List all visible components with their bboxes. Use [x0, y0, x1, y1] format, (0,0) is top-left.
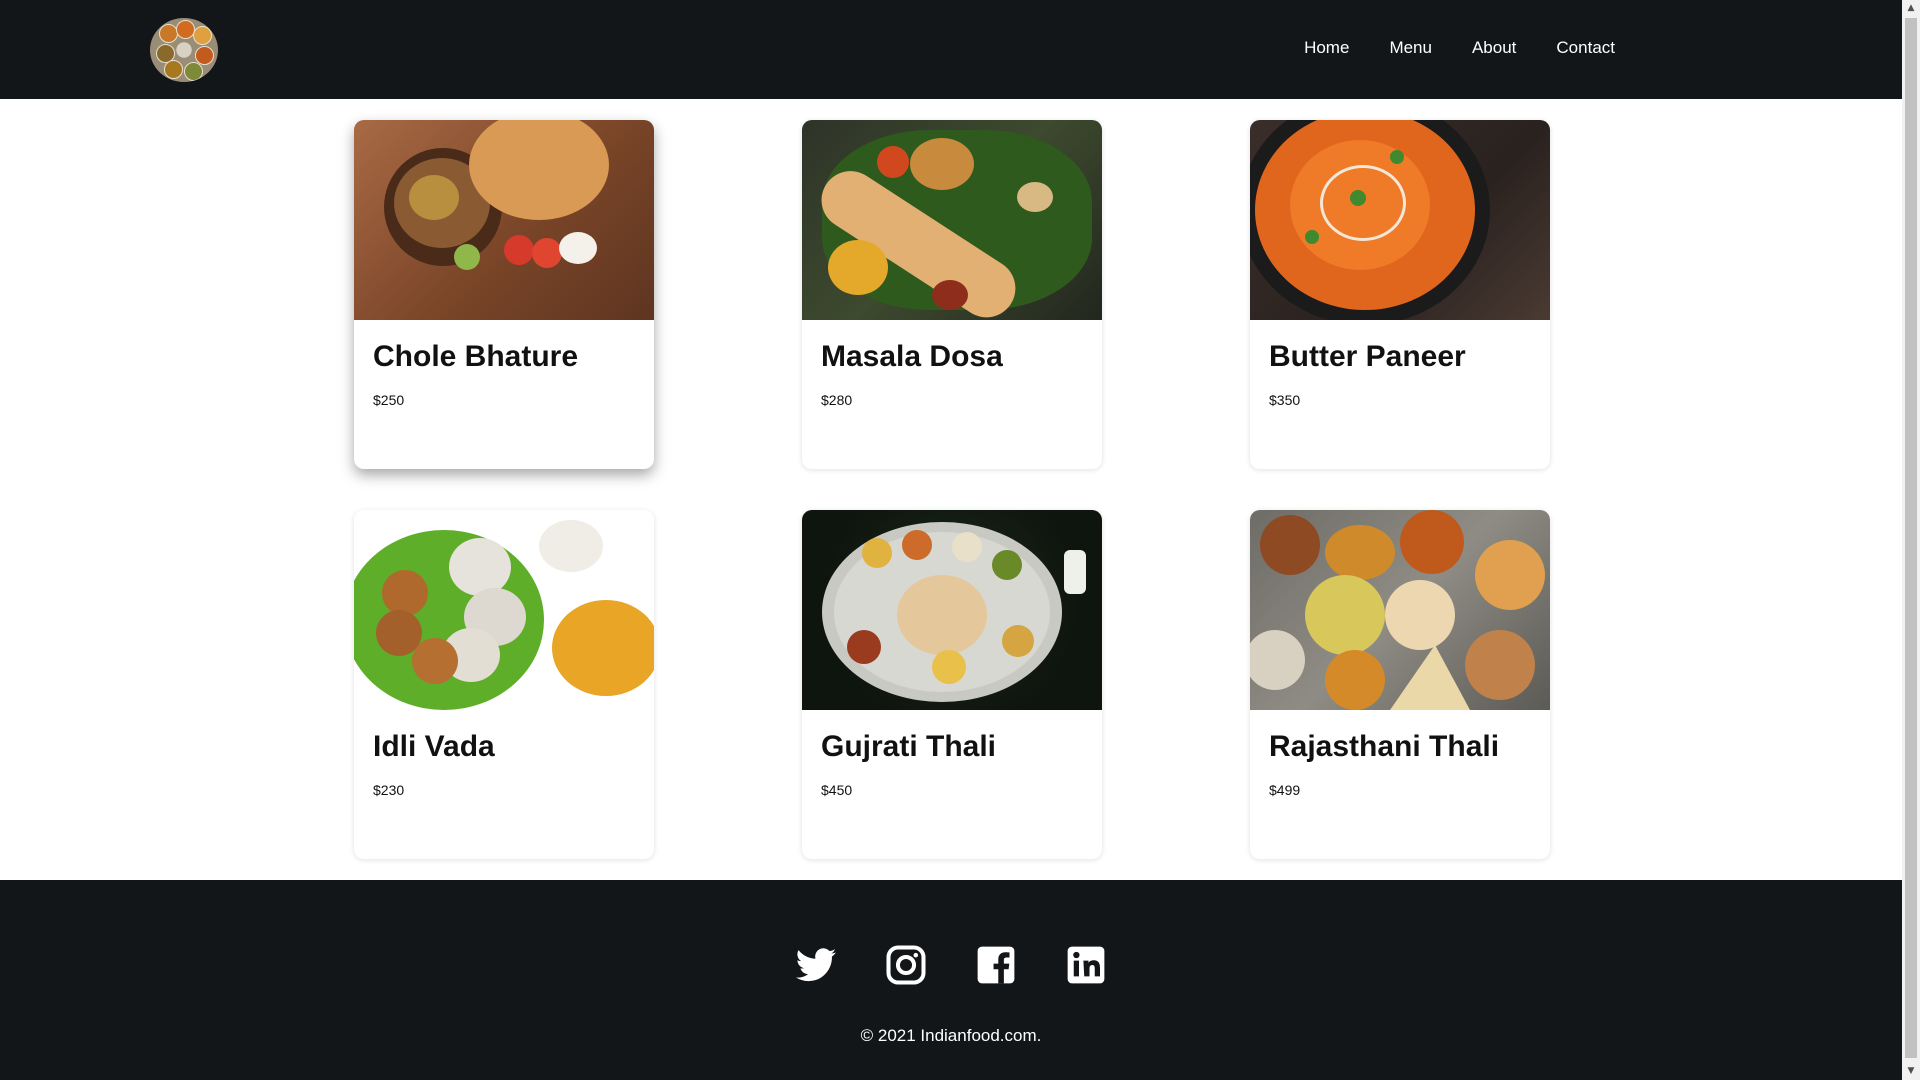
dish-price: $250 [373, 392, 405, 408]
scroll-up-arrow-icon[interactable]: ▲ [1902, 0, 1920, 17]
navbar: Home Menu About Contact [0, 0, 1902, 99]
dish-price: $350 [1269, 392, 1301, 408]
menu-card-idli-vada[interactable]: Idli Vada $230 [354, 510, 654, 859]
dish-name: Gujrati Thali [821, 730, 997, 763]
instagram-icon[interactable] [885, 944, 927, 986]
footer: © 2021 Indianfood.com. [0, 880, 1902, 1080]
menu-grid: Chole Bhature $250 Masala Dosa $280 Butt… [0, 99, 1902, 880]
dish-image-idli-vada [354, 510, 654, 710]
copyright-text: © 2021 Indianfood.com. [860, 1026, 1042, 1045]
dish-image-rajasthani-thali [1250, 510, 1550, 710]
dish-name: Rajasthani Thali [1269, 730, 1500, 763]
dish-image-masala-dosa [802, 120, 1102, 320]
menu-card-butter-paneer[interactable]: Butter Paneer $350 [1250, 120, 1550, 469]
dish-price: $450 [821, 782, 853, 798]
dish-name: Masala Dosa [821, 340, 1003, 373]
menu-card-chole-bhature[interactable]: Chole Bhature $250 [354, 120, 654, 469]
dish-image-chole-bhature [354, 120, 654, 320]
dish-name: Chole Bhature [373, 340, 579, 373]
dish-name: Idli Vada [373, 730, 495, 763]
social-links [795, 944, 1107, 986]
nav-link-about[interactable]: About [1472, 38, 1516, 58]
main-nav: Home Menu About Contact [1264, 38, 1615, 58]
dish-price: $230 [373, 782, 405, 798]
dish-image-butter-paneer [1250, 120, 1550, 320]
page: Home Menu About Contact Chole Bhature $2… [0, 0, 1902, 1080]
dish-price: $280 [821, 392, 853, 408]
nav-link-contact[interactable]: Contact [1556, 38, 1615, 58]
menu-card-gujrati-thali[interactable]: Gujrati Thali $450 [802, 510, 1102, 859]
dish-image-gujrati-thali [802, 510, 1102, 710]
thali-plate-logo[interactable] [150, 18, 218, 82]
twitter-icon[interactable] [795, 944, 837, 986]
facebook-icon[interactable] [975, 944, 1017, 986]
menu-card-masala-dosa[interactable]: Masala Dosa $280 [802, 120, 1102, 469]
scroll-down-arrow-icon[interactable]: ▼ [1902, 1063, 1920, 1080]
dish-price: $499 [1269, 782, 1301, 798]
menu-card-rajasthani-thali[interactable]: Rajasthani Thali $499 [1250, 510, 1550, 859]
scrollbar-thumb[interactable] [1905, 18, 1917, 1058]
vertical-scrollbar[interactable]: ▲ ▼ [1902, 0, 1920, 1080]
nav-link-menu[interactable]: Menu [1389, 38, 1432, 58]
dish-name: Butter Paneer [1269, 340, 1466, 373]
linkedin-icon[interactable] [1065, 944, 1107, 986]
nav-link-home[interactable]: Home [1304, 38, 1349, 58]
